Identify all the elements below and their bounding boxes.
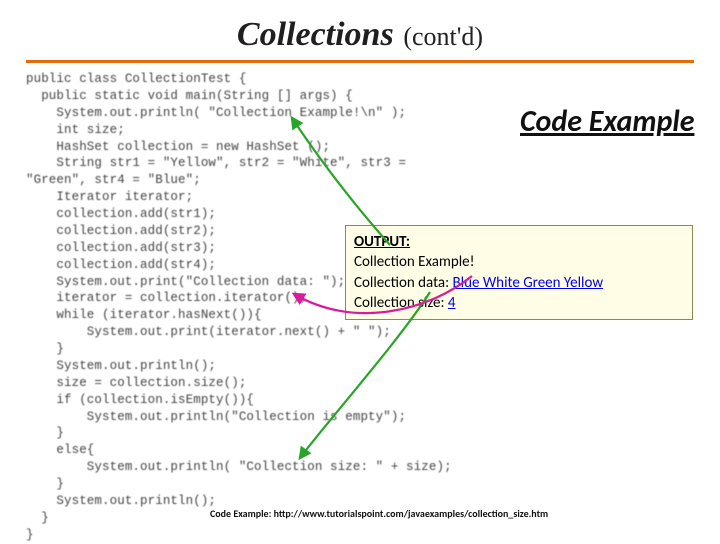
footer-url: http://www.tutorialspoint.com/javaexampl… (274, 507, 549, 520)
output-line-3: Collection size: 4 (354, 293, 684, 313)
output-size-value: 4 (448, 294, 456, 312)
output-data-values: Blue White Green Yellow (453, 274, 604, 292)
output-line-2: Collection data: Blue White Green Yellow (354, 273, 684, 293)
output-title: OUTPUT: (354, 233, 410, 251)
title-main: Collections (237, 16, 394, 53)
output-line-1: Collection Example! (354, 252, 684, 272)
title-sub: (cont'd) (403, 22, 483, 51)
output-box: OUTPUT: Collection Example! Collection d… (345, 225, 693, 320)
footer-citation: Code Example: http://www.tutorialspoint.… (210, 507, 548, 520)
title-divider (26, 60, 694, 63)
code-example-heading: Code Example (520, 105, 694, 140)
slide-title: Collections (cont'd) (26, 16, 694, 54)
